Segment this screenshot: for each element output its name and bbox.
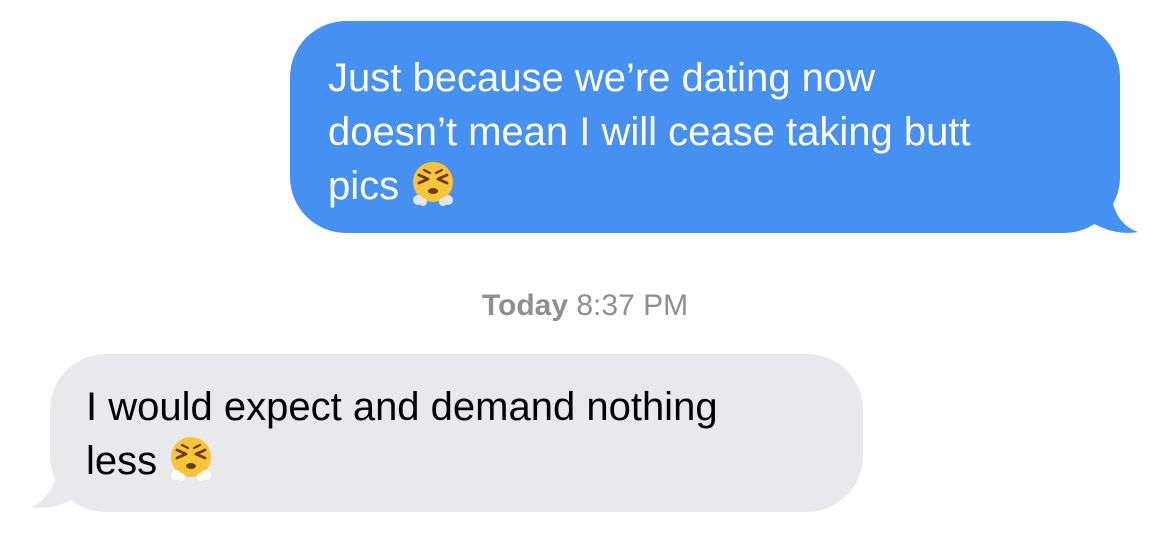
sent-message-line: Just because we’re dating now <box>328 56 875 100</box>
received-message-line: less <box>86 434 833 488</box>
received-message-text: less <box>86 439 158 483</box>
received-message-line: I would expect and demand nothing <box>86 385 718 429</box>
sent-message-line: pics <box>328 159 1090 213</box>
message-timestamp: Today 8:37 PM <box>0 288 1170 324</box>
sent-message-line: doesn’t mean I will cease taking butt <box>328 110 971 154</box>
face-with-steam-from-nose-icon <box>413 162 454 207</box>
timestamp-time: 8:37 PM <box>576 289 689 322</box>
received-message-bubble[interactable]: I would expect and demand nothing less <box>50 354 863 512</box>
sent-message-text: pics <box>328 164 400 208</box>
face-with-steam-from-nose-icon <box>171 437 212 482</box>
timestamp-day: Today <box>481 289 569 322</box>
sent-message-bubble[interactable]: Just because we’re dating now doesn’t me… <box>290 21 1120 233</box>
